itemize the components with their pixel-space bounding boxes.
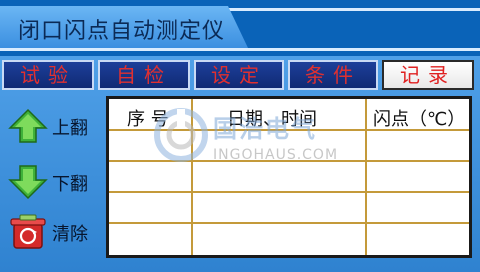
- clear-button[interactable]: 清除: [6, 212, 98, 252]
- arrow-up-icon: [8, 108, 48, 144]
- page-down-button[interactable]: 下翻: [6, 162, 98, 202]
- recycle-bin-icon: [8, 214, 48, 250]
- row-divider: [109, 191, 469, 193]
- watermark-url: INGOHAUS.COM: [213, 147, 339, 163]
- watermark: 国浩电气 INGOHAUS.COM: [151, 103, 391, 169]
- tab-self-check[interactable]: 自检: [98, 60, 190, 90]
- page-up-button[interactable]: 上翻: [6, 106, 98, 146]
- tab-test[interactable]: 试验: [2, 60, 94, 90]
- title-bar: 闭口闪点自动测定仪: [0, 0, 480, 56]
- menu-bar: 试验 自检 设定 条件 记录: [0, 60, 480, 92]
- tab-conditions[interactable]: 条件: [288, 60, 378, 90]
- watermark-brand: 国浩电气: [213, 115, 317, 143]
- title-divider: [228, 8, 480, 11]
- clear-label: 清除: [52, 224, 88, 245]
- brand-logo-icon: [154, 108, 208, 162]
- title-divider-bottom: [0, 48, 480, 51]
- table-grid: 序 号 日期、时间 闪点（℃） 国浩电气 INGOHAUS.COM: [109, 99, 469, 255]
- records-table: 序 号 日期、时间 闪点（℃） 国浩电气 INGOHAUS.COM: [106, 96, 472, 258]
- page-up-label: 上翻: [52, 118, 88, 139]
- row-divider: [109, 222, 469, 224]
- tab-records[interactable]: 记录: [382, 60, 474, 90]
- app-title: 闭口闪点自动测定仪: [18, 19, 226, 44]
- arrow-down-icon: [8, 164, 48, 200]
- page-down-label: 下翻: [52, 174, 88, 195]
- tab-settings[interactable]: 设定: [194, 60, 284, 90]
- screen: 闭口闪点自动测定仪 试验 自检 设定 条件 记录 上翻 下翻 清除 序 号 日期…: [0, 0, 480, 272]
